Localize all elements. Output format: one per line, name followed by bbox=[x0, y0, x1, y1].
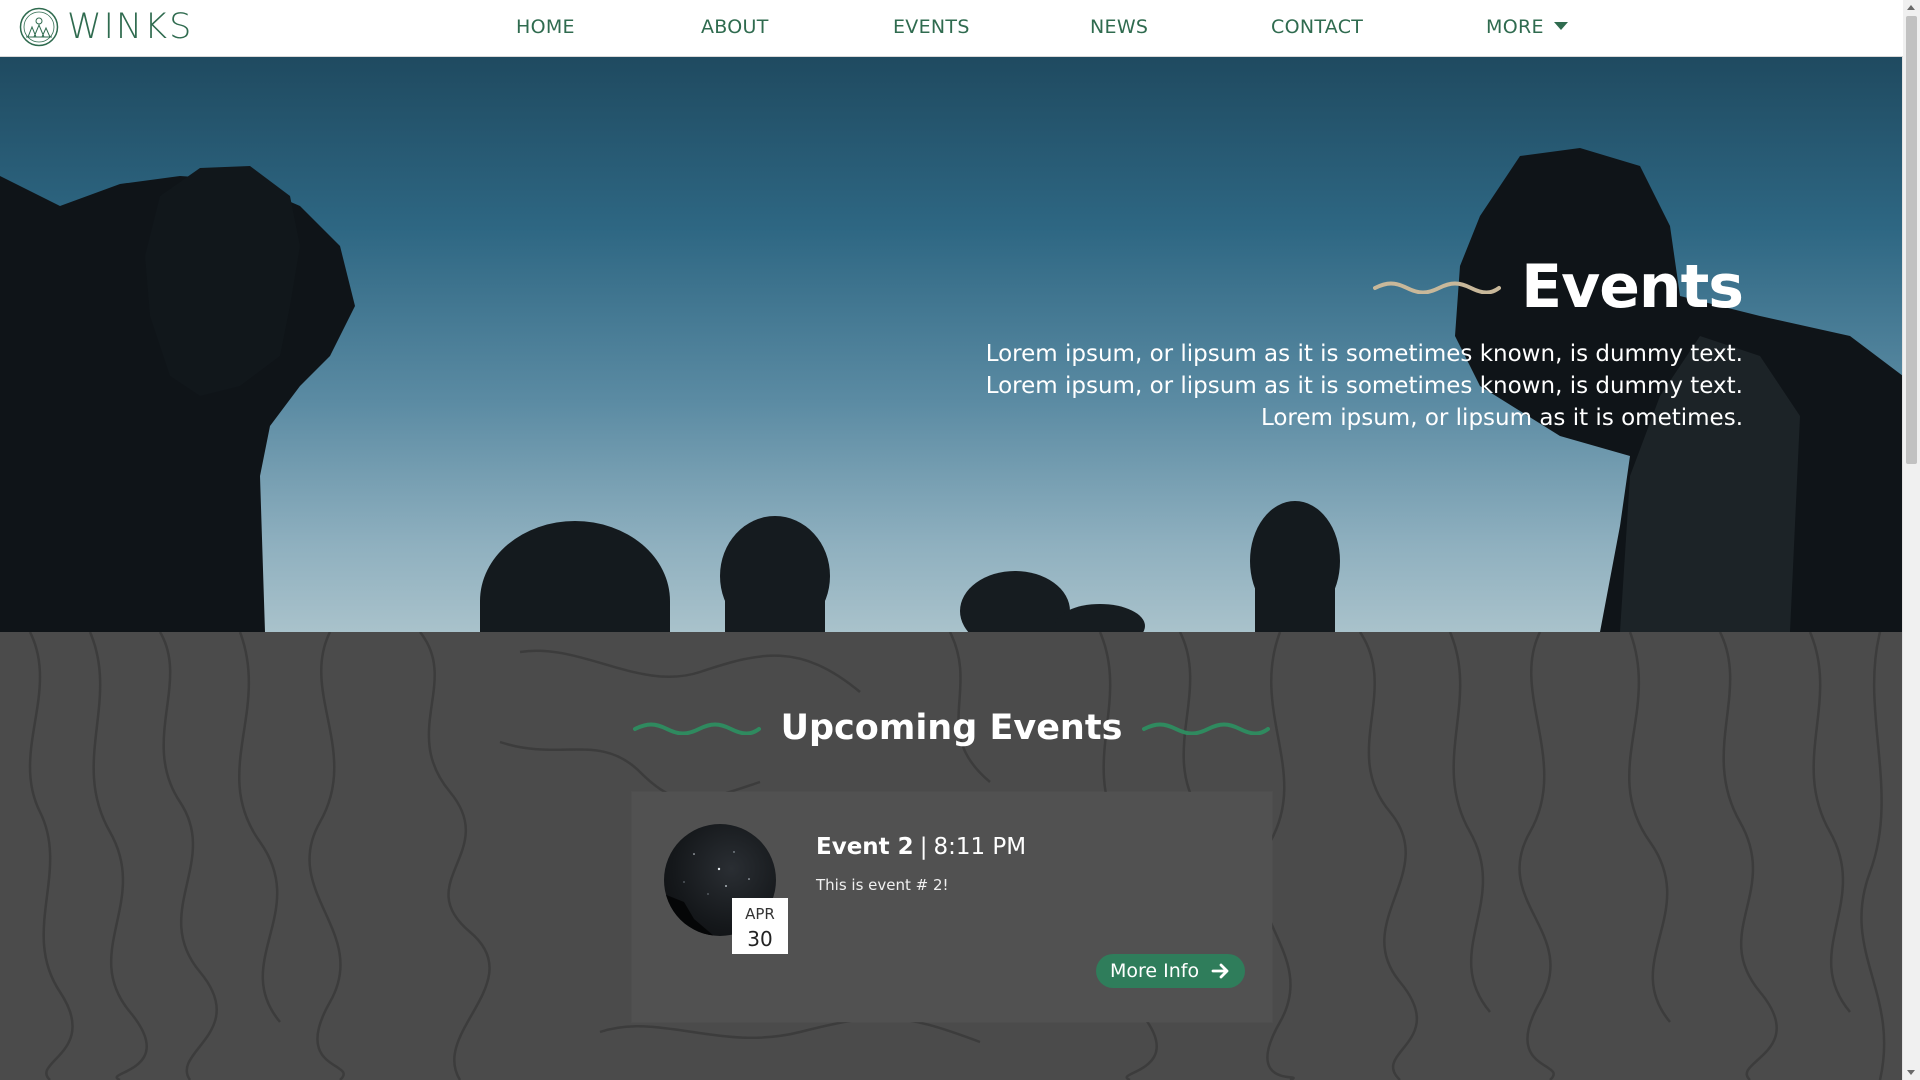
caret-down-icon bbox=[1553, 22, 1568, 30]
brand-name: WINKS bbox=[67, 7, 194, 47]
page-title: Events bbox=[1521, 252, 1744, 322]
nav-more-label: MORE bbox=[1486, 16, 1544, 38]
event-time: 8:11 PM bbox=[933, 834, 1027, 860]
more-info-label: More Info bbox=[1110, 960, 1200, 982]
hero-banner: Events Lorem ipsum, or lipsum as it is s… bbox=[0, 56, 1903, 632]
scroll-up-arrow-icon[interactable] bbox=[1907, 5, 1915, 10]
event-date-badge: APR 30 bbox=[732, 898, 788, 954]
event-description: This is event # 2! bbox=[816, 876, 949, 894]
squiggle-divider-icon bbox=[1142, 722, 1271, 735]
event-separator: | bbox=[919, 834, 928, 860]
event-name: Event 2 bbox=[816, 834, 914, 860]
upcoming-events-section: Upcoming Events APR 30 Event 2|8:11 PM bbox=[0, 632, 1903, 1080]
nav-home[interactable]: HOME bbox=[516, 16, 575, 38]
scrollbar-thumb[interactable] bbox=[1906, 16, 1917, 464]
nav-events[interactable]: EVENTS bbox=[893, 16, 970, 38]
page-scrollbar[interactable] bbox=[1902, 0, 1920, 1080]
event-heading: Event 2 | 8:11 PM bbox=[816, 834, 1026, 860]
nav-more[interactable]: MORE bbox=[1486, 16, 1568, 38]
squiggle-divider-icon bbox=[1373, 281, 1502, 294]
brand-logo[interactable]: WINKS bbox=[19, 7, 193, 47]
section-heading: Upcoming Events bbox=[0, 708, 1903, 748]
section-title: Upcoming Events bbox=[780, 708, 1123, 748]
squiggle-divider-icon bbox=[632, 722, 761, 735]
event-card: APR 30 Event 2 | 8:11 PM This is event # 2… bbox=[632, 792, 1272, 1022]
more-info-button[interactable]: More Info bbox=[1096, 954, 1246, 988]
arrow-right-icon bbox=[1211, 963, 1229, 979]
event-month: APR bbox=[745, 905, 775, 923]
scroll-down-arrow-icon[interactable] bbox=[1907, 1070, 1915, 1075]
nav-news[interactable]: NEWS bbox=[1090, 16, 1148, 38]
nav-contact[interactable]: CONTACT bbox=[1271, 16, 1363, 38]
event-day: 30 bbox=[747, 927, 773, 951]
hero-title-row: Events bbox=[1373, 252, 1744, 322]
hero-description: Lorem ipsum, or lipsum as it is sometime… bbox=[985, 341, 1743, 431]
nav-about[interactable]: ABOUT bbox=[701, 16, 769, 38]
top-navbar: WINKS HOME ABOUT EVENTS NEWS CONTACT MOR… bbox=[0, 0, 1903, 57]
forest-badge-icon bbox=[19, 7, 59, 47]
